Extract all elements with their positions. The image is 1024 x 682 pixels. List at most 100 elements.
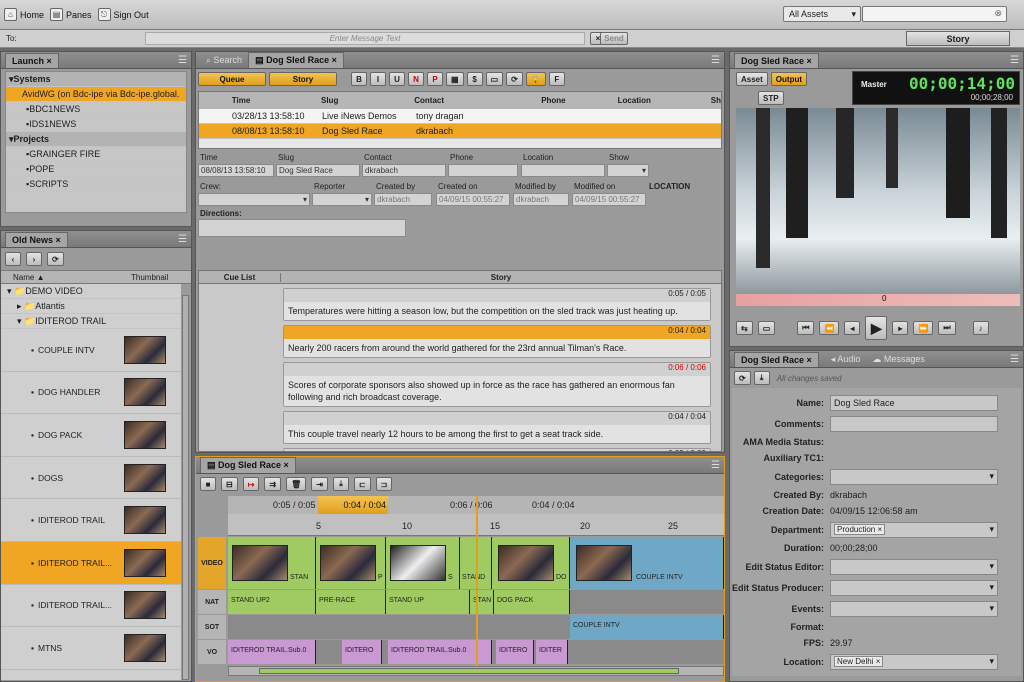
vo-clip[interactable]: IDITERO xyxy=(496,640,534,664)
asset-item[interactable]: ▪ IDITEROD TRAIL xyxy=(1,499,181,542)
monitor-tab[interactable]: Dog Sled Race × xyxy=(734,52,819,68)
loop-icon[interactable]: ▭ xyxy=(757,321,776,335)
lock-icon[interactable]: 🔒 xyxy=(525,72,546,86)
time-field[interactable]: 08/08/13 13:58:10 xyxy=(198,164,274,177)
panel-menu-icon[interactable]: ☰ xyxy=(711,460,720,471)
nat-clip[interactable]: STAN xyxy=(470,590,494,614)
story-mode-button[interactable]: Story xyxy=(906,31,1010,46)
contact-field[interactable]: dkrabach xyxy=(362,164,446,177)
story-card[interactable]: 0:04 / 0:04 This couple travel nearly 12 … xyxy=(283,411,711,444)
story-card[interactable]: 0:05 / 0:05 Temperatures were hitting a s… xyxy=(283,288,711,321)
list-scrollbar[interactable] xyxy=(182,295,189,680)
forward-button[interactable]: › xyxy=(26,252,42,266)
slug-field[interactable]: Dog Sled Race xyxy=(276,164,360,177)
insert-red-icon[interactable]: ↦ xyxy=(242,477,260,491)
project-item[interactable]: ▪ SCRIPTS xyxy=(6,177,186,192)
asset-item[interactable]: ▪ IDITEROD TRAIL... xyxy=(1,585,181,628)
refresh-icon[interactable]: ⟳ xyxy=(506,72,523,86)
events-select[interactable]: ▾ xyxy=(830,600,998,617)
italic-button[interactable]: I xyxy=(370,72,386,86)
video-clip[interactable]: STAN xyxy=(228,537,316,589)
asset-item[interactable]: ▪ DOG HANDLER xyxy=(1,372,181,415)
story-card-text[interactable]: Temperatures were hitting a season low, … xyxy=(284,302,710,320)
clear-search-icon[interactable]: ⊗ xyxy=(994,8,1002,19)
system-item[interactable]: AvidWG (on Bdc-ipe via Bdc-ipe.global. xyxy=(6,87,186,102)
story-tab[interactable]: ▤ Dog Sled Race × xyxy=(248,52,344,68)
playhead[interactable] xyxy=(476,496,478,666)
contact-column[interactable]: Contact xyxy=(414,96,541,105)
story-card[interactable]: 0:09 / 0:09 xyxy=(283,448,711,451)
location-select[interactable]: New Delhi × ▾ xyxy=(830,653,998,670)
audio-tab[interactable]: ◂ Audio xyxy=(819,354,873,365)
scroll-thumb[interactable] xyxy=(259,668,679,674)
underline-button[interactable]: U xyxy=(389,72,405,86)
edit-status-producer-select[interactable]: ▾ xyxy=(830,579,998,596)
department-token[interactable]: Production × xyxy=(834,524,886,535)
track-label-nat[interactable]: NAT xyxy=(198,590,226,614)
story-card[interactable]: 0:04 / 0:04 Nearly 200 racers from around… xyxy=(283,325,711,358)
trim-icon[interactable]: ⇥ xyxy=(311,477,328,491)
rewind-icon[interactable]: ⏪ xyxy=(819,321,840,335)
vo-clip[interactable]: IDITER xyxy=(536,640,568,664)
timeline-scrollbar[interactable] xyxy=(228,666,724,676)
track-label-sot[interactable]: SOT xyxy=(198,615,226,639)
edit-status-editor-select[interactable]: ▾ xyxy=(830,558,998,575)
system-item[interactable]: ▪ IDS1NEWS xyxy=(6,117,186,132)
nat-clip[interactable]: STAND UP2 xyxy=(228,590,316,614)
story-button[interactable]: Story xyxy=(269,72,337,86)
film-icon[interactable]: ■ xyxy=(200,477,216,491)
asset-search-input[interactable]: ⊗ xyxy=(862,6,1007,22)
panel-menu-icon[interactable]: ☰ xyxy=(711,55,720,66)
story-card[interactable]: 0:06 / 0:06 Scores of corporate sponsors … xyxy=(283,362,711,407)
normal-button[interactable]: N xyxy=(408,72,424,86)
vo-clip[interactable]: IDITEROD TRAIL.Sub.0 xyxy=(228,640,316,664)
panel-menu-icon[interactable]: ☰ xyxy=(1010,55,1019,66)
nat-clip[interactable]: DOG PACK xyxy=(494,590,570,614)
output-button[interactable]: Output xyxy=(770,72,808,86)
dollar-icon[interactable]: $ xyxy=(466,72,483,86)
project-item[interactable]: ▪ GRAINGER FIRE xyxy=(6,147,186,162)
systems-group[interactable]: ▾ Systems xyxy=(6,72,186,87)
back-button[interactable]: ‹ xyxy=(5,252,21,266)
track-label-vo[interactable]: VO xyxy=(198,640,226,664)
asset-item[interactable]: ▪ COUPLE INTV xyxy=(1,329,181,372)
name-field[interactable]: Dog Sled Race xyxy=(830,394,998,411)
mark-out-icon[interactable]: ⊐ xyxy=(375,477,393,491)
refresh-button[interactable]: ⟳ xyxy=(47,252,64,266)
search-tab[interactable]: ⌕ Search xyxy=(200,53,248,68)
step-forward-icon[interactable]: ▸ xyxy=(892,321,909,335)
location-column[interactable]: Location xyxy=(618,96,711,105)
trash-icon[interactable]: 🗑 xyxy=(286,477,307,491)
folder-item[interactable]: ▸ 📁 Atlantis xyxy=(1,299,181,314)
download-icon[interactable]: ⤓ xyxy=(332,477,349,491)
audio-level-icon[interactable]: ♪ xyxy=(972,321,989,335)
segment-label-active[interactable]: 0:04 / 0:04 xyxy=(318,496,388,514)
sot-clip[interactable]: COUPLE INTV xyxy=(570,615,724,639)
font-icon[interactable]: F xyxy=(548,72,565,86)
projects-group[interactable]: ▾ Projects xyxy=(6,132,186,147)
folder-item[interactable]: ▾ 📁 DEMO VIDEO xyxy=(1,284,181,299)
grid-icon[interactable]: ▦ xyxy=(446,72,464,86)
step-back-icon[interactable]: ◂ xyxy=(844,321,861,335)
prev-segment-icon[interactable]: ⏮ xyxy=(797,321,815,335)
show-select[interactable]: ▾ xyxy=(607,164,649,177)
launch-tab[interactable]: Launch × xyxy=(5,52,59,68)
table-row[interactable]: 08/08/13 13:58:10 Dog Sled Race dkrabach xyxy=(199,124,721,139)
bold-button[interactable]: B xyxy=(351,72,367,86)
categories-select[interactable]: ▾ xyxy=(830,468,998,485)
asset-filter-select[interactable]: All Assets ▾ xyxy=(783,6,861,22)
asset-item[interactable]: ▪ DOGS xyxy=(1,457,181,500)
fast-forward-icon[interactable]: ⏩ xyxy=(913,321,934,335)
department-select[interactable]: Production × ▾ xyxy=(830,521,998,538)
folder-item[interactable]: ▾ 📁 IDITEROD TRAIL xyxy=(1,314,181,329)
play-icon[interactable]: ▶ xyxy=(865,316,888,340)
nat-clip[interactable]: STAND UP xyxy=(386,590,470,614)
nat-clip[interactable]: PRE-RACE xyxy=(316,590,386,614)
scrub-bar[interactable]: 0 xyxy=(736,294,1020,306)
properties-tab[interactable]: Dog Sled Race × xyxy=(734,351,819,367)
keyboard-icon[interactable]: ▭ xyxy=(485,72,504,86)
system-item[interactable]: ▪ BDC1NEWS xyxy=(6,102,186,117)
video-clip[interactable]: DO xyxy=(492,537,570,589)
project-item[interactable]: ▪ POPE xyxy=(6,162,186,177)
old-news-tab[interactable]: Old News × xyxy=(5,231,68,247)
